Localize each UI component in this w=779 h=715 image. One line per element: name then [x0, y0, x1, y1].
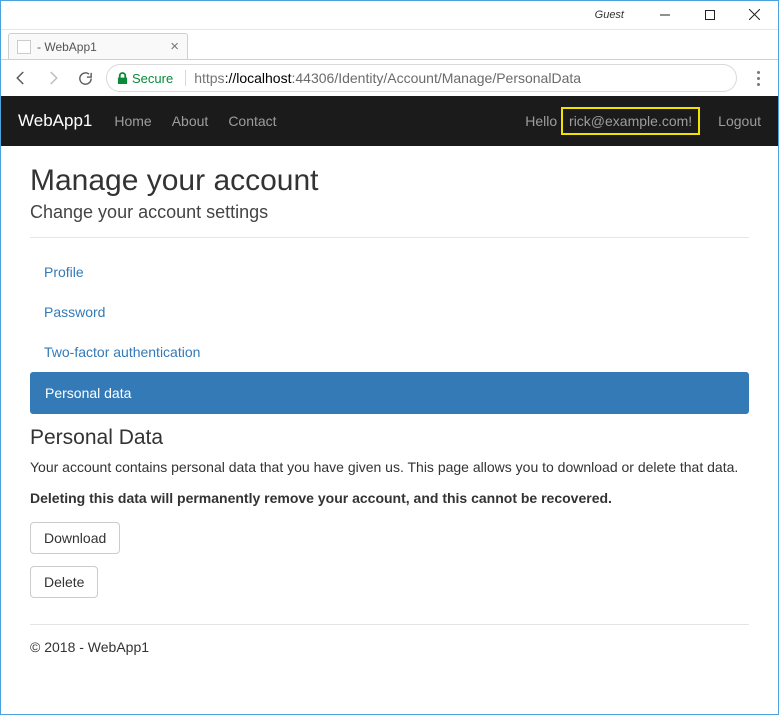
back-button[interactable] [6, 63, 36, 93]
tab-title: - WebApp1 [37, 40, 97, 54]
hello-user: Hello rick@example.com! [525, 107, 700, 135]
tab-strip: - WebApp1 × [0, 30, 779, 60]
forward-button[interactable] [38, 63, 68, 93]
nav-contact[interactable]: Contact [228, 113, 276, 129]
close-button[interactable] [732, 1, 777, 29]
minimize-button[interactable] [642, 1, 687, 29]
secure-indicator: Secure [117, 71, 173, 86]
user-email-link[interactable]: rick@example.com! [561, 107, 700, 135]
new-tab-button[interactable] [194, 41, 214, 59]
guest-label: Guest [595, 9, 624, 21]
page-subtitle: Change your account settings [30, 202, 749, 223]
reload-button[interactable] [70, 63, 100, 93]
section-heading: Personal Data [30, 426, 749, 450]
browser-menu-button[interactable] [743, 63, 773, 93]
settings-menu: Profile Password Two-factor authenticati… [30, 252, 749, 414]
url-text: https://localhost:44306/Identity/Account… [194, 70, 581, 86]
logout-link[interactable]: Logout [718, 113, 761, 129]
menu-item-two-factor[interactable]: Two-factor authentication [30, 332, 749, 372]
secure-label: Secure [132, 71, 173, 86]
toolbar: Secure https://localhost:44306/Identity/… [0, 60, 779, 96]
window-titlebar: Guest [0, 0, 779, 30]
nav-about[interactable]: About [172, 113, 209, 129]
lock-icon [117, 72, 128, 85]
footer-text: © 2018 - WebApp1 [30, 639, 749, 655]
download-button[interactable]: Download [30, 522, 120, 554]
kebab-icon [757, 71, 760, 86]
page-title: Manage your account [30, 164, 749, 198]
section-body: Your account contains personal data that… [30, 458, 749, 478]
page-icon [17, 40, 31, 54]
separator [30, 237, 749, 238]
app-navbar: WebApp1 Home About Contact Hello rick@ex… [0, 96, 779, 146]
browser-tab[interactable]: - WebApp1 × [8, 33, 188, 59]
menu-item-profile[interactable]: Profile [30, 252, 749, 292]
address-bar[interactable]: Secure https://localhost:44306/Identity/… [106, 64, 737, 92]
divider [185, 70, 186, 86]
maximize-button[interactable] [687, 1, 732, 29]
tab-close-icon[interactable]: × [170, 38, 179, 55]
menu-item-password[interactable]: Password [30, 292, 749, 332]
menu-item-personal-data[interactable]: Personal data [30, 372, 749, 414]
footer-separator [30, 624, 749, 625]
brand[interactable]: WebApp1 [18, 111, 92, 131]
delete-button[interactable]: Delete [30, 566, 98, 598]
page-content: Manage your account Change your account … [0, 146, 779, 665]
warning-text: Deleting this data will permanently remo… [30, 490, 749, 506]
nav-home[interactable]: Home [114, 113, 151, 129]
